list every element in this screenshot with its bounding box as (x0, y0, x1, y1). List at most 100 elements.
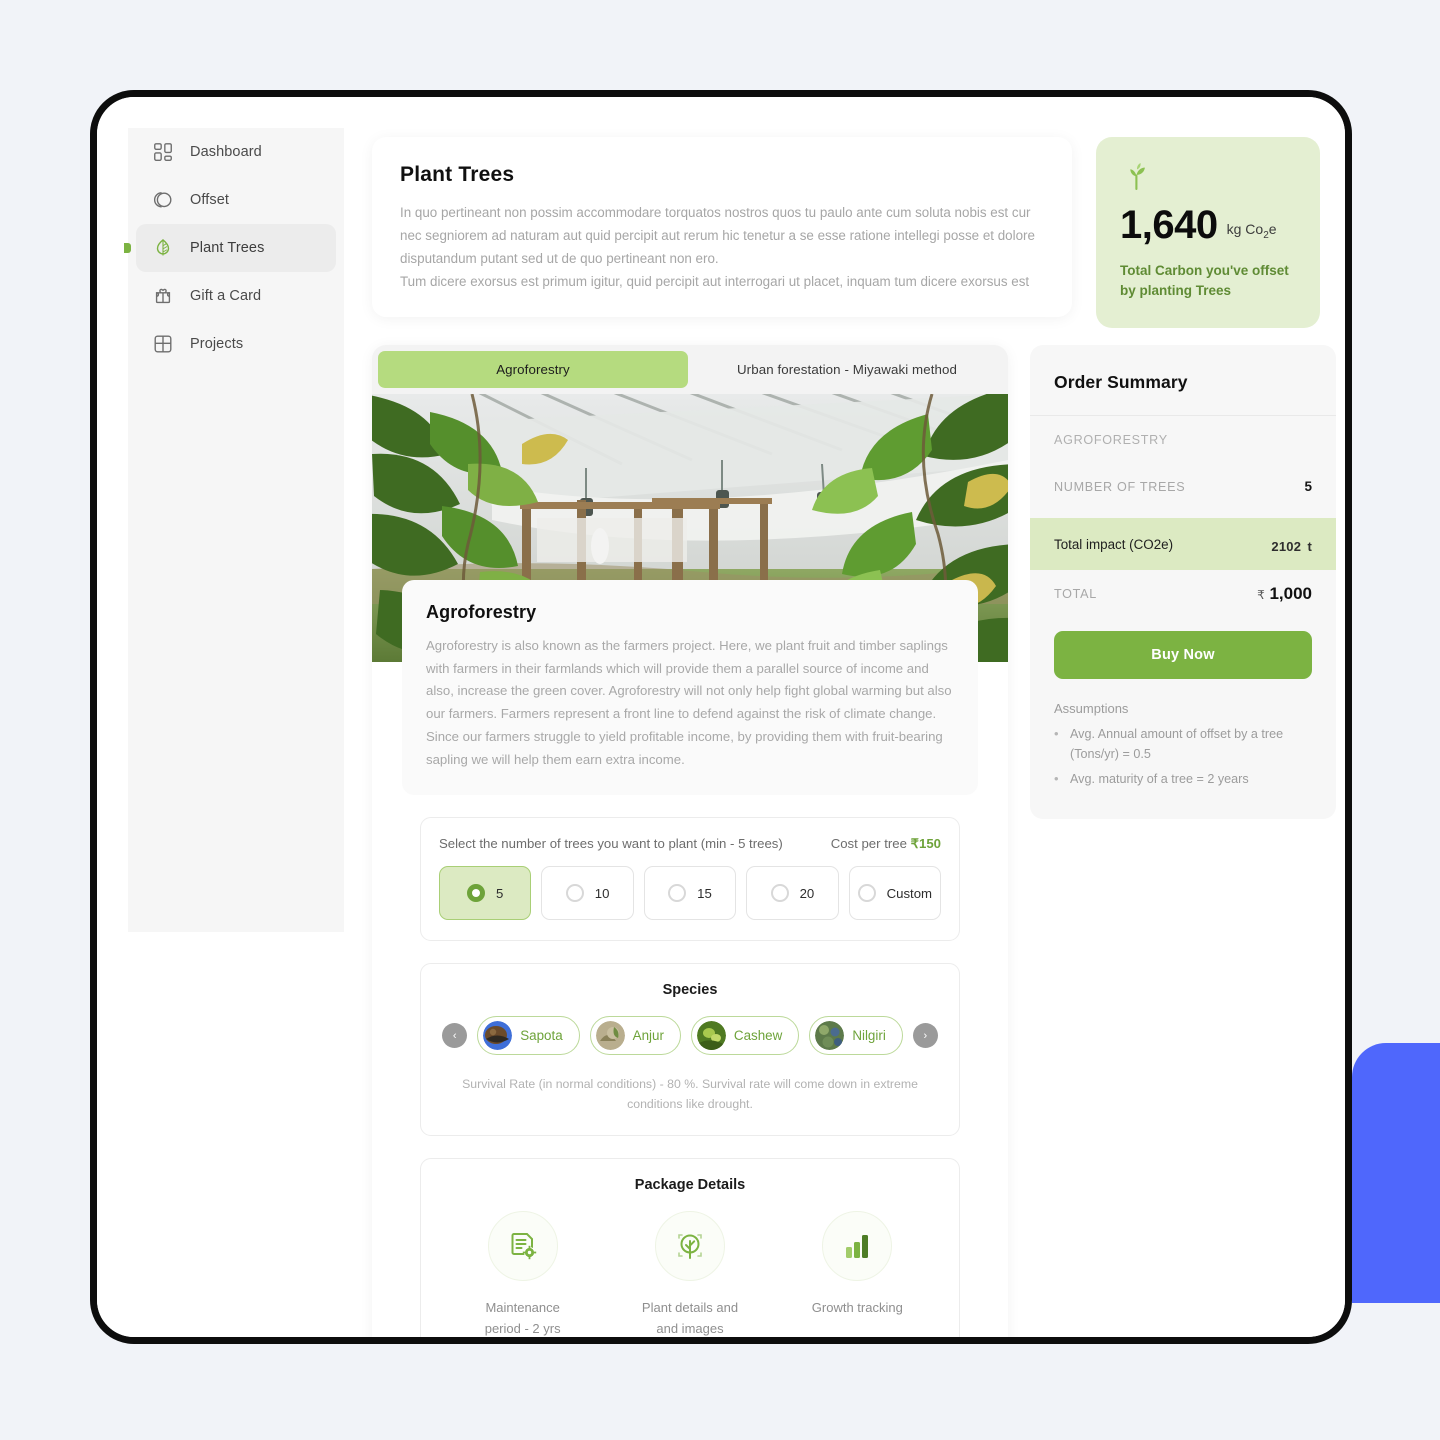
carbon-value: 1,640 (1120, 203, 1218, 247)
package-details-row: Maintenance period - 2 yrs Plant details… (439, 1210, 941, 1337)
offset-circles-icon (152, 189, 174, 211)
species-card: Species ‹ Sapota Anjur Cashew Nilgiri › … (420, 963, 960, 1136)
sidebar-item-dashboard[interactable]: Dashboard (136, 128, 336, 176)
tree-count-option-20[interactable]: 20 (746, 866, 839, 921)
dashboard-grid-icon (152, 141, 174, 163)
cost-per-tree: Cost per tree ₹150 (831, 836, 941, 852)
package-details-title: Package Details (634, 1176, 746, 1193)
intro-paragraph-2: Tum dicere exorsus est primum igitur, qu… (400, 274, 1030, 290)
sidebar-item-offset[interactable]: Offset (136, 176, 336, 224)
nilgiri-thumb (815, 1021, 845, 1051)
tree-count-option-custom[interactable]: Custom (848, 866, 942, 921)
species-title: Species (662, 982, 718, 999)
carbon-unit: kg Co2e (1227, 221, 1277, 245)
package-item-growth-tracking: Growth tracking (774, 1210, 941, 1337)
cost-per-tree-value: ₹150 (910, 836, 941, 852)
radio-icon (565, 884, 584, 903)
content-split: Agroforestry Urban forestation - Miyawak… (372, 345, 1336, 1337)
project-type-tabs: Agroforestry Urban forestation - Miyawak… (372, 345, 1008, 394)
intro-card: Plant Trees In quo pertineant non possim… (372, 137, 1072, 318)
anjur-thumb (595, 1021, 625, 1051)
species-chip-anjur[interactable]: Anjur (589, 1016, 681, 1056)
species-chip-label: Anjur (632, 1028, 664, 1044)
order-row-total: TOTAL ₹ 1,000 (1030, 570, 1336, 617)
projects-window-icon (152, 333, 174, 355)
cost-per-tree-label: Cost per tree (830, 836, 911, 852)
sidebar-item-plant-trees[interactable]: Plant Trees (124, 224, 336, 272)
order-row-category: AGROFORESTRY (1030, 416, 1336, 463)
tree-count-option-15[interactable]: 15 (643, 866, 737, 921)
gift-card-icon (152, 285, 174, 307)
tree-count-selector-card: Select the number of trees you want to p… (420, 817, 960, 942)
buy-now-button[interactable]: Buy Now (1054, 631, 1312, 679)
order-impact-value: 2102 (1271, 539, 1302, 554)
product-panel: Agroforestry Urban forestation - Miyawak… (372, 345, 1008, 1337)
order-trees-value: 5 (1304, 479, 1312, 494)
species-next-arrow-icon[interactable]: › (912, 1023, 938, 1049)
package-item-maintenance: Maintenance period - 2 yrs (439, 1210, 606, 1337)
species-prev-arrow-icon[interactable]: ‹ (442, 1023, 468, 1049)
sidebar: Dashboard Offset Plant Trees Gift a Card… (124, 128, 344, 932)
page-title: Plant Trees (400, 163, 515, 186)
stat-value-row: 1,640 kg Co2e (1120, 205, 1296, 245)
tree-count-option-5[interactable]: 5 (439, 866, 532, 921)
package-item-line2: period - 2 yrs (484, 1320, 561, 1336)
cashew-thumb (696, 1021, 726, 1051)
carbon-offset-stat-card: 1,640 kg Co2e Total Carbon you've offset… (1096, 137, 1320, 328)
order-row-impact: Total impact (CO2e) 2102 t (1030, 518, 1336, 570)
description-title: Agroforestry (426, 602, 537, 622)
assumptions-list: Avg. Annual amount of offset by a tree (… (1030, 723, 1336, 819)
order-total-label: TOTAL (1054, 586, 1097, 601)
bar-chart-icon (822, 1210, 893, 1281)
leaf-icon (152, 237, 174, 259)
radio-icon (770, 884, 789, 903)
order-total-value-wrap: ₹ 1,000 (1257, 584, 1312, 604)
carbon-unit-suffix: e (1268, 221, 1277, 238)
package-item-line1: Plant details and (641, 1299, 739, 1315)
carbon-unit-prefix: kg Co (1226, 221, 1264, 238)
order-summary-panel: Order Summary AGROFORESTRY NUMBER OF TRE… (1030, 345, 1336, 820)
sidebar-item-label: Plant Trees (190, 240, 265, 256)
species-chip-sapota[interactable]: Sapota (477, 1016, 580, 1056)
species-chip-label: Sapota (520, 1028, 563, 1044)
species-chip-label: Cashew (733, 1028, 783, 1044)
tree-count-option-10[interactable]: 10 (541, 866, 634, 921)
order-trees-label: NUMBER OF TREES (1054, 479, 1186, 494)
sprout-icon (1120, 159, 1154, 193)
active-indicator (124, 243, 131, 253)
survival-rate-note: Survival Rate (in normal conditions) - 8… (462, 1077, 918, 1111)
sidebar-item-gift-a-card[interactable]: Gift a Card (136, 272, 336, 320)
order-summary-title: Order Summary (1030, 345, 1336, 416)
order-category: AGROFORESTRY (1054, 432, 1168, 447)
package-item-line1: Maintenance (485, 1299, 560, 1315)
description-card: Agroforestry Agroforestry is also known … (402, 580, 978, 796)
radio-icon (467, 884, 486, 903)
assumption-item: Avg. Annual amount of offset by a tree (… (1054, 723, 1312, 765)
package-details-card: Package Details Maintenance period - 2 y… (420, 1157, 960, 1337)
sidebar-nav: Dashboard Offset Plant Trees Gift a Card… (124, 128, 344, 368)
radio-icon (668, 884, 687, 903)
tree-count-option-label: 5 (496, 885, 504, 901)
sapota-thumb (483, 1021, 513, 1051)
sidebar-item-label: Projects (190, 336, 244, 352)
package-item-line2: and images (656, 1320, 724, 1336)
sidebar-item-projects[interactable]: Projects (136, 320, 336, 368)
order-impact-value-wrap: 2102 t (1271, 531, 1312, 557)
tree-count-option-label: 15 (697, 885, 712, 901)
tree-selector-header: Select the number of trees you want to p… (439, 836, 941, 852)
order-total-value: 1,000 (1269, 583, 1312, 603)
tab-agroforestry[interactable]: Agroforestry (378, 351, 688, 388)
main-content: Plant Trees In quo pertineant non possim… (344, 97, 1345, 1337)
sidebar-item-label: Offset (190, 192, 230, 208)
description-body: Agroforestry is also known as the farmer… (426, 638, 952, 767)
order-row-trees: NUMBER OF TREES 5 (1030, 463, 1336, 510)
rupee-icon: ₹ (1257, 587, 1265, 602)
tree-count-option-label: 20 (799, 885, 815, 901)
tree-selector-prompt: Select the number of trees you want to p… (439, 836, 783, 852)
species-chip-nilgiri[interactable]: Nilgiri (809, 1016, 903, 1056)
carbon-caption: Total Carbon you've offset by planting T… (1120, 263, 1289, 299)
order-impact-label: Total impact (CO2e) (1054, 536, 1174, 552)
tab-urban-forestation[interactable]: Urban forestation - Miyawaki method (692, 351, 1002, 388)
tree-count-option-label: Custom (886, 885, 933, 901)
species-chip-cashew[interactable]: Cashew (690, 1016, 800, 1056)
